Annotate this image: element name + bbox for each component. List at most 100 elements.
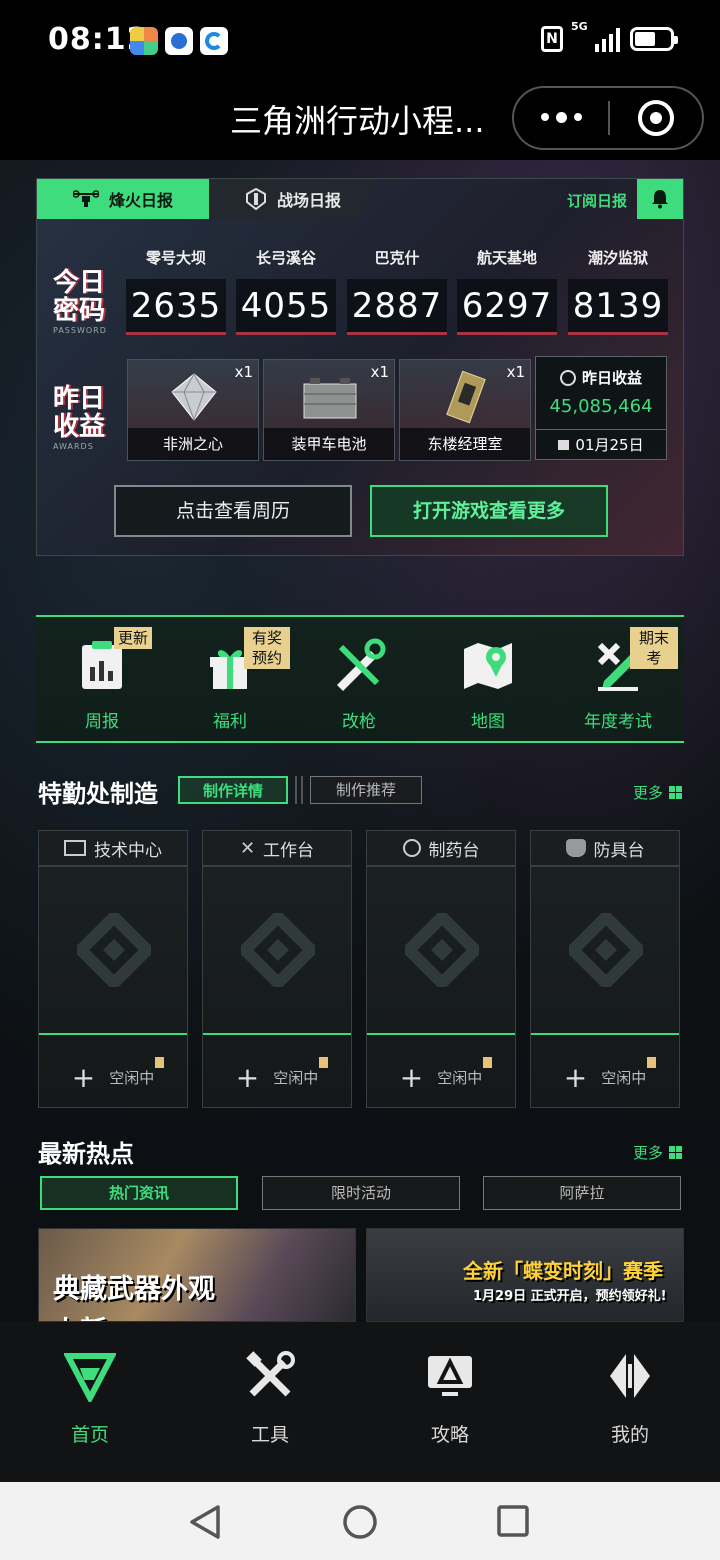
nav-profile[interactable]: 我的 bbox=[570, 1350, 690, 1447]
craft-station-workbench[interactable]: ✕ 工作台 + 空闲中 bbox=[202, 830, 352, 1108]
news-caption: 全新「蝶变时刻」赛季 bbox=[463, 1259, 663, 1283]
add-icon: + bbox=[563, 1061, 588, 1094]
keycard-icon bbox=[446, 370, 486, 424]
station-status: 空闲中 bbox=[273, 1069, 319, 1087]
nav-label: 工具 bbox=[250, 1424, 289, 1446]
close-mini-program-icon[interactable] bbox=[610, 100, 702, 136]
award-name: 非洲之心 bbox=[128, 428, 258, 460]
back-icon[interactable] bbox=[188, 1504, 222, 1540]
delta-logo-icon bbox=[405, 913, 479, 987]
password-code: 2635 bbox=[126, 279, 226, 335]
app-notification-icon bbox=[130, 27, 158, 55]
nav-tools[interactable]: 工具 bbox=[210, 1350, 330, 1447]
nav-guide[interactable]: 攻略 bbox=[390, 1350, 510, 1447]
tab-limited-events[interactable]: 限时活动 bbox=[262, 1176, 460, 1210]
nfc-icon: N bbox=[541, 26, 563, 52]
recent-apps-icon[interactable] bbox=[496, 1504, 530, 1538]
yield-date: 01月25日 bbox=[575, 436, 644, 454]
map-icon bbox=[464, 643, 512, 689]
progress-line bbox=[367, 1033, 515, 1035]
quick-item-badge: 更新 bbox=[114, 627, 153, 649]
profile-icon bbox=[610, 1354, 650, 1398]
view-weekly-calendar-button[interactable]: 点击查看周历 bbox=[114, 485, 352, 537]
add-icon: + bbox=[399, 1061, 424, 1094]
password-item: 巴克什 2887 bbox=[347, 247, 447, 335]
station-name: 技术中心 bbox=[94, 840, 162, 861]
quick-item-welfare[interactable]: 福利 有奖预约 bbox=[170, 627, 290, 732]
nav-label: 我的 bbox=[610, 1424, 649, 1446]
password-heading: 今日 密码 PASSWORD bbox=[53, 268, 107, 335]
armor-icon bbox=[565, 839, 586, 857]
quick-item-weekly-report[interactable]: 周报 更新 bbox=[42, 627, 162, 732]
award-item[interactable]: x1 装甲车电池 bbox=[263, 359, 395, 461]
calendar-icon bbox=[558, 440, 570, 450]
tools-icon bbox=[246, 1351, 295, 1397]
tab-battlefield-daily[interactable]: 战场日报 bbox=[209, 179, 377, 219]
quick-menu: 周报 更新 福利 有奖预约 改枪 地图 年度考试 期末考 bbox=[36, 615, 684, 743]
craft-station-pharmacy[interactable]: 制药台 + 空闲中 bbox=[366, 830, 516, 1108]
tab-asala[interactable]: 阿萨拉 bbox=[483, 1176, 681, 1210]
quick-item-annual-exam[interactable]: 年度考试 期末考 bbox=[558, 627, 678, 732]
grid-icon bbox=[669, 786, 682, 799]
quick-item-gun-mod[interactable]: 改枪 bbox=[299, 627, 419, 732]
award-item[interactable]: x1 东楼经理室 bbox=[399, 359, 531, 461]
delta-logo-icon bbox=[241, 913, 315, 987]
award-count: x1 bbox=[234, 363, 253, 381]
map-name: 航天基地 bbox=[476, 249, 537, 267]
mini-program-title-bar: 三角洲行动小程... bbox=[0, 80, 720, 160]
crafting-title: 特勤处制造 bbox=[38, 780, 158, 808]
tab-hot-news[interactable]: 热门资讯 bbox=[40, 1176, 238, 1210]
password-item: 潮汐监狱 8139 bbox=[568, 247, 668, 335]
password-code: 2887 bbox=[347, 279, 447, 335]
station-status: 空闲中 bbox=[601, 1069, 647, 1087]
hot-more-link[interactable]: 更多 bbox=[633, 1142, 682, 1163]
password-item: 长弓溪谷 4055 bbox=[236, 247, 336, 335]
main-content[interactable]: 烽火日报 战场日报 订阅日报 今日 密码 PASSWORD 零号大坝 2635 … bbox=[0, 160, 720, 1322]
battery-item-icon bbox=[303, 378, 357, 419]
delta-logo-icon bbox=[77, 913, 151, 987]
tab-label: 烽火日报 bbox=[108, 191, 173, 210]
bell-icon[interactable] bbox=[637, 179, 683, 219]
tab-fenghuo-daily[interactable]: 烽火日报 bbox=[37, 179, 209, 219]
more-options-icon[interactable] bbox=[514, 112, 608, 123]
quick-item-map[interactable]: 地图 bbox=[428, 627, 548, 732]
capsule-menu bbox=[512, 86, 704, 150]
notice-mark-icon bbox=[483, 1057, 492, 1068]
map-name: 零号大坝 bbox=[145, 249, 206, 267]
tab-crafting-details[interactable]: 制作详情 bbox=[178, 776, 288, 804]
guide-icon bbox=[428, 1356, 472, 1396]
subscribe-daily-link[interactable]: 订阅日报 bbox=[567, 190, 627, 211]
news-caption: 典藏武器外观 bbox=[53, 1274, 215, 1305]
signal-icon: 5G bbox=[571, 20, 620, 52]
news-card[interactable]: 全新「蝶变时刻」赛季 1月29日 正式开启，预约领好礼! bbox=[366, 1228, 684, 1322]
nav-label: 首页 bbox=[70, 1424, 109, 1446]
system-navigation-bar bbox=[0, 1482, 720, 1560]
tab-label: 战场日报 bbox=[276, 191, 341, 210]
gun-wrench-icon bbox=[337, 638, 386, 691]
computer-icon bbox=[64, 840, 86, 856]
award-item[interactable]: x1 非洲之心 bbox=[127, 359, 259, 461]
nav-home[interactable]: 首页 bbox=[30, 1350, 150, 1447]
grid-icon bbox=[669, 1146, 682, 1159]
map-name: 长弓溪谷 bbox=[255, 249, 316, 267]
quick-item-label: 福利 bbox=[213, 712, 247, 732]
progress-line bbox=[531, 1033, 679, 1035]
yield-label: 昨日收益 bbox=[581, 369, 642, 387]
quick-item-label: 年度考试 bbox=[584, 712, 652, 732]
craft-station-armor[interactable]: 防具台 + 空闲中 bbox=[530, 830, 680, 1108]
quick-item-label: 改枪 bbox=[342, 712, 376, 732]
password-item: 零号大坝 2635 bbox=[126, 247, 226, 335]
progress-line bbox=[203, 1033, 351, 1035]
open-game-button[interactable]: 打开游戏查看更多 bbox=[370, 485, 608, 537]
hot-title: 最新热点 bbox=[38, 1140, 134, 1168]
news-card[interactable]: 典藏武器外观 上新 bbox=[38, 1228, 356, 1322]
craft-station-tech-center[interactable]: 技术中心 + 空闲中 bbox=[38, 830, 188, 1108]
password-code: 6297 bbox=[457, 279, 557, 335]
bottom-tab-bar: 首页 工具 攻略 我的 bbox=[0, 1322, 720, 1482]
medicine-icon bbox=[402, 839, 421, 857]
yield-value: 45,085,464 bbox=[549, 396, 653, 417]
crafting-more-link[interactable]: 更多 bbox=[633, 782, 682, 803]
tab-crafting-recommend[interactable]: 制作推荐 bbox=[310, 776, 422, 804]
home-circle-icon[interactable] bbox=[342, 1504, 378, 1540]
nav-label: 攻略 bbox=[430, 1424, 469, 1446]
